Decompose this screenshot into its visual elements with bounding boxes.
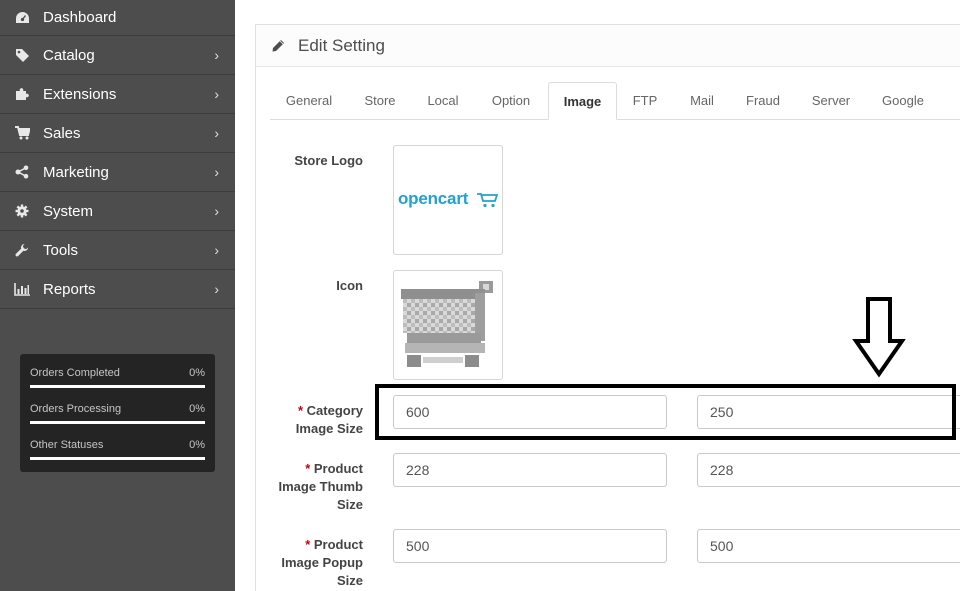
label-line: Size: [336, 573, 363, 588]
sidebar-item-label: Marketing: [43, 163, 109, 181]
chevron-right-icon: ›: [214, 164, 219, 180]
chevron-right-icon: ›: [214, 203, 219, 219]
sidebar-item-system[interactable]: System ›: [0, 192, 235, 231]
tab-server[interactable]: Server: [802, 82, 860, 120]
tab-fraud[interactable]: Fraud: [736, 82, 790, 120]
stat-label: Other Statuses: [30, 439, 104, 451]
settings-tabs: General Store Local Option Image FTP Mai…: [270, 82, 960, 120]
sidebar-item-label: Dashboard: [43, 9, 117, 26]
chevron-right-icon: ›: [214, 47, 219, 63]
logo-text: opencart: [398, 189, 469, 208]
sidebar-item-reports[interactable]: Reports ›: [0, 270, 235, 309]
tab-ftp[interactable]: FTP: [622, 82, 668, 120]
logo-cart-icon: [477, 193, 498, 208]
sidebar-item-label: Tools: [43, 241, 79, 259]
cart-icon: [14, 125, 30, 141]
sidebar-item-catalog[interactable]: Catalog ›: [0, 36, 235, 75]
sidebar-item-extensions[interactable]: Extensions ›: [0, 75, 235, 114]
icon-label: Icon: [336, 278, 363, 293]
stat-orders-processing: Orders Processing 0%: [30, 400, 205, 436]
tab-image[interactable]: Image: [548, 82, 617, 120]
sidebar-item-tools[interactable]: Tools ›: [0, 231, 235, 270]
tab-mail[interactable]: Mail: [678, 82, 726, 120]
sidebar-item-marketing[interactable]: Marketing ›: [0, 153, 235, 192]
sidebar-item-sales[interactable]: Sales ›: [0, 114, 235, 153]
progress-bar: [30, 421, 205, 424]
tab-option[interactable]: Option: [478, 82, 544, 120]
sidebar-item-label: Extensions: [43, 85, 117, 103]
label-line: Category: [306, 403, 363, 418]
bar-chart-icon: [14, 281, 30, 297]
annotation-down-arrow-icon: [852, 297, 906, 378]
label-line: Size: [336, 497, 363, 512]
sidebar-item-label: Reports: [43, 280, 96, 298]
label-line: Image Popup: [281, 555, 363, 570]
pixelated-cart-icon: [401, 281, 493, 367]
product-popup-height-input[interactable]: [697, 529, 960, 563]
sidebar-item-dashboard[interactable]: Dashboard: [0, 0, 235, 36]
puzzle-icon: [14, 86, 30, 102]
chevron-right-icon: ›: [214, 125, 219, 141]
sidebar-item-label: System: [43, 202, 94, 220]
tab-store[interactable]: Store: [352, 82, 408, 120]
opencart-logo: opencart: [398, 189, 500, 213]
category-image-size-label: * Category Image Size: [270, 402, 363, 438]
tag-icon: [14, 47, 30, 63]
label-line: Image Thumb: [278, 479, 363, 494]
store-logo-thumbnail[interactable]: opencart: [393, 145, 503, 255]
dashboard-icon: [14, 10, 30, 26]
product-thumb-height-input[interactable]: [697, 453, 960, 487]
stat-other-statuses: Other Statuses 0%: [30, 436, 205, 472]
required-mark: *: [297, 403, 304, 418]
product-popup-size-label: * Product Image Popup Size: [270, 536, 363, 590]
panel-heading: Edit Setting: [256, 25, 960, 67]
pencil-icon: [272, 39, 284, 51]
wrench-icon: [14, 242, 30, 258]
sidebar-item-label: Catalog: [43, 46, 95, 64]
progress-bar: [30, 457, 205, 460]
label-line: Product: [313, 461, 363, 476]
required-mark: *: [305, 461, 311, 476]
stat-orders-completed: Orders Completed 0%: [30, 364, 205, 400]
product-popup-width-input[interactable]: [393, 529, 667, 563]
stat-value: 0%: [189, 367, 205, 379]
tab-general[interactable]: General: [274, 82, 344, 120]
stat-label: Orders Completed: [30, 367, 120, 379]
page-title: Edit Setting: [298, 35, 385, 55]
label-line: Product: [313, 537, 363, 552]
chevron-right-icon: ›: [214, 86, 219, 102]
annotation-highlight-box: [375, 384, 956, 440]
stat-label: Orders Processing: [30, 403, 122, 415]
product-thumb-width-input[interactable]: [393, 453, 667, 487]
stat-value: 0%: [189, 439, 205, 451]
store-logo-label: Store Logo: [294, 153, 363, 168]
label-line: Image Size: [295, 421, 363, 436]
sidebar: Dashboard Catalog › Extensions › Sales ›…: [0, 0, 235, 591]
tab-google[interactable]: Google: [874, 82, 932, 120]
stat-value: 0%: [189, 403, 205, 415]
product-thumb-size-label: * Product Image Thumb Size: [270, 460, 363, 514]
icon-thumbnail[interactable]: [393, 270, 503, 380]
tab-local[interactable]: Local: [415, 82, 471, 120]
chevron-right-icon: ›: [214, 281, 219, 297]
chevron-right-icon: ›: [214, 242, 219, 258]
required-mark: *: [305, 537, 311, 552]
gear-icon: [14, 203, 30, 219]
order-stats: Orders Completed 0% Orders Processing 0%…: [20, 354, 215, 472]
progress-bar: [30, 385, 205, 388]
sidebar-item-label: Sales: [43, 124, 81, 142]
share-icon: [14, 164, 30, 180]
